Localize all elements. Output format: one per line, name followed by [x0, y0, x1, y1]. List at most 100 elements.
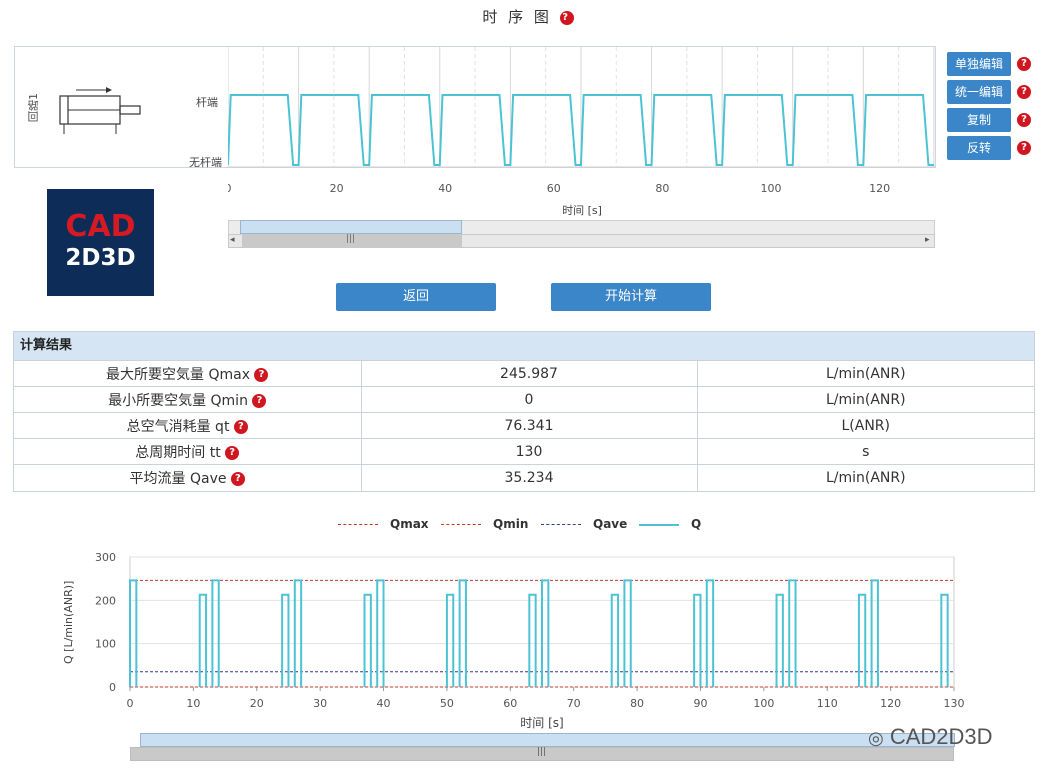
back-button[interactable]: 返回 — [336, 283, 496, 311]
state-high-label: 杆端 — [196, 96, 218, 109]
q-pulse — [376, 579, 385, 687]
grip-icon: ||| — [537, 747, 547, 757]
logo-line1: CAD — [65, 209, 136, 244]
x-tick-label: 90 — [693, 697, 707, 710]
timing-tick-label: 100 — [761, 182, 782, 195]
result-label: 平均流量 Qave ? — [14, 464, 361, 491]
q-pulse — [705, 579, 715, 687]
timing-range-selector[interactable] — [240, 220, 462, 234]
flow-x-label: 时间 [s] — [520, 716, 564, 730]
result-unit: L(ANR) — [696, 412, 1034, 439]
results-table: 计算结果 最大所要空気量 Qmax ? 245.987 L/min(ANR) 最… — [13, 331, 1035, 492]
watermark: ◎ CAD2D3D — [868, 724, 993, 750]
q-pulse — [363, 593, 372, 687]
legend-item[interactable]: Qave — [541, 516, 627, 532]
edit-unified-button[interactable]: 统一编辑 — [947, 80, 1011, 104]
help-icon[interactable]: ? — [233, 419, 248, 434]
q-pulse — [541, 579, 550, 687]
logo-line2: 2D3D — [65, 245, 136, 271]
result-label: 总空气消耗量 qt ? — [14, 412, 361, 439]
result-label-text: 最大所要空気量 Qmax — [106, 366, 251, 383]
q-pulse — [281, 593, 290, 687]
invert-button[interactable]: 反转 — [947, 136, 1011, 160]
flow-range-selector[interactable] — [140, 733, 955, 747]
legend-label: Qmax — [390, 517, 429, 531]
result-label-text: 总周期时间 tt — [135, 444, 221, 461]
y-tick-label: 200 — [95, 594, 116, 607]
start-calculation-button[interactable]: 开始计算 — [551, 283, 711, 311]
result-unit: L/min(ANR) — [696, 360, 1034, 387]
q-pulse — [693, 593, 702, 687]
legend-line-qmin — [441, 524, 481, 525]
result-label-text: 最小所要空気量 Qmin — [108, 392, 248, 409]
legend-line-q — [639, 523, 679, 526]
q-pulse — [788, 579, 797, 687]
result-label-text: 总空气消耗量 qt — [126, 418, 230, 435]
scroll-left-arrow-icon[interactable]: ◂ — [230, 235, 235, 245]
result-value: 0 — [360, 386, 697, 413]
result-unit: L/min(ANR) — [696, 464, 1034, 491]
q-pulse — [528, 593, 537, 687]
y-tick-label: 100 — [95, 638, 116, 651]
help-icon[interactable]: ? — [1017, 85, 1031, 99]
result-unit: L/min(ANR) — [696, 386, 1034, 413]
help-icon[interactable]: ? — [230, 471, 245, 486]
x-tick-label: 110 — [817, 697, 838, 710]
q-pulse — [775, 593, 784, 687]
x-tick-label: 70 — [567, 697, 581, 710]
x-tick-label: 130 — [944, 697, 965, 710]
help-icon[interactable]: ? — [252, 393, 267, 408]
result-value: 76.341 — [360, 412, 697, 439]
q-pulse — [940, 593, 949, 687]
legend-item[interactable]: Q — [639, 516, 701, 532]
table-row: 最小所要空気量 Qmin ? 0 L/min(ANR) — [14, 386, 1034, 413]
legend-item[interactable]: Qmin — [441, 516, 528, 532]
result-value: 245.987 — [360, 360, 697, 387]
timing-x-label: 时间 [s] — [562, 204, 602, 217]
results-header: 计算结果 — [14, 332, 1034, 360]
x-tick-label: 40 — [377, 697, 391, 710]
result-label: 最小所要空気量 Qmin ? — [14, 386, 361, 413]
q-pulse — [445, 593, 455, 687]
cylinder-icon — [59, 87, 141, 134]
y-tick-label: 300 — [95, 551, 116, 564]
timing-tick-label: 40 — [438, 182, 452, 195]
x-tick-label: 30 — [313, 697, 327, 710]
q-pulse — [623, 579, 632, 687]
timing-tick-label: 120 — [869, 182, 890, 195]
x-tick-label: 100 — [753, 697, 774, 710]
timing-tick-label: 0 — [228, 182, 232, 195]
legend-item[interactable]: Qmax — [338, 516, 429, 532]
help-icon[interactable]: ? — [254, 367, 269, 382]
result-value: 35.234 — [360, 464, 697, 491]
legend-label: Qave — [593, 517, 628, 531]
result-value: 130 — [360, 438, 697, 465]
scroll-right-arrow-icon[interactable]: ▸ — [925, 235, 930, 245]
table-row: 总周期时间 tt ? 130 s — [14, 438, 1034, 465]
y-tick-label: 0 — [109, 681, 116, 694]
q-pulse — [293, 579, 303, 687]
help-icon[interactable]: ? — [1017, 113, 1031, 127]
table-row: 最大所要空気量 Qmax ? 245.987 L/min(ANR) — [14, 360, 1034, 387]
x-tick-label: 10 — [186, 697, 200, 710]
legend-label: Q — [691, 517, 702, 531]
timing-plot: 0 20 40 60 80 100 120 — [228, 47, 936, 195]
x-tick-label: 80 — [630, 697, 644, 710]
help-icon[interactable]: ? — [559, 10, 574, 25]
help-icon[interactable]: ? — [1017, 57, 1031, 71]
watermark-text: CAD2D3D — [889, 724, 993, 749]
help-icon[interactable]: ? — [225, 445, 240, 460]
edit-single-button[interactable]: 单独编辑 — [947, 52, 1011, 76]
copy-button[interactable]: 复制 — [947, 108, 1011, 132]
timing-title-text: 时 序 图 — [482, 8, 552, 26]
x-tick-label: 60 — [503, 697, 517, 710]
legend-line-qave — [541, 524, 581, 525]
help-icon[interactable]: ? — [1017, 141, 1031, 155]
x-tick-label: 120 — [880, 697, 901, 710]
table-row: 总空气消耗量 qt ? 76.341 L(ANR) — [14, 412, 1034, 439]
q-pulse — [458, 579, 467, 687]
timing-tick-label: 60 — [547, 182, 561, 195]
result-unit: s — [696, 438, 1034, 465]
result-label: 最大所要空気量 Qmax ? — [14, 360, 361, 387]
brand-logo: CAD 2D3D — [47, 189, 154, 296]
